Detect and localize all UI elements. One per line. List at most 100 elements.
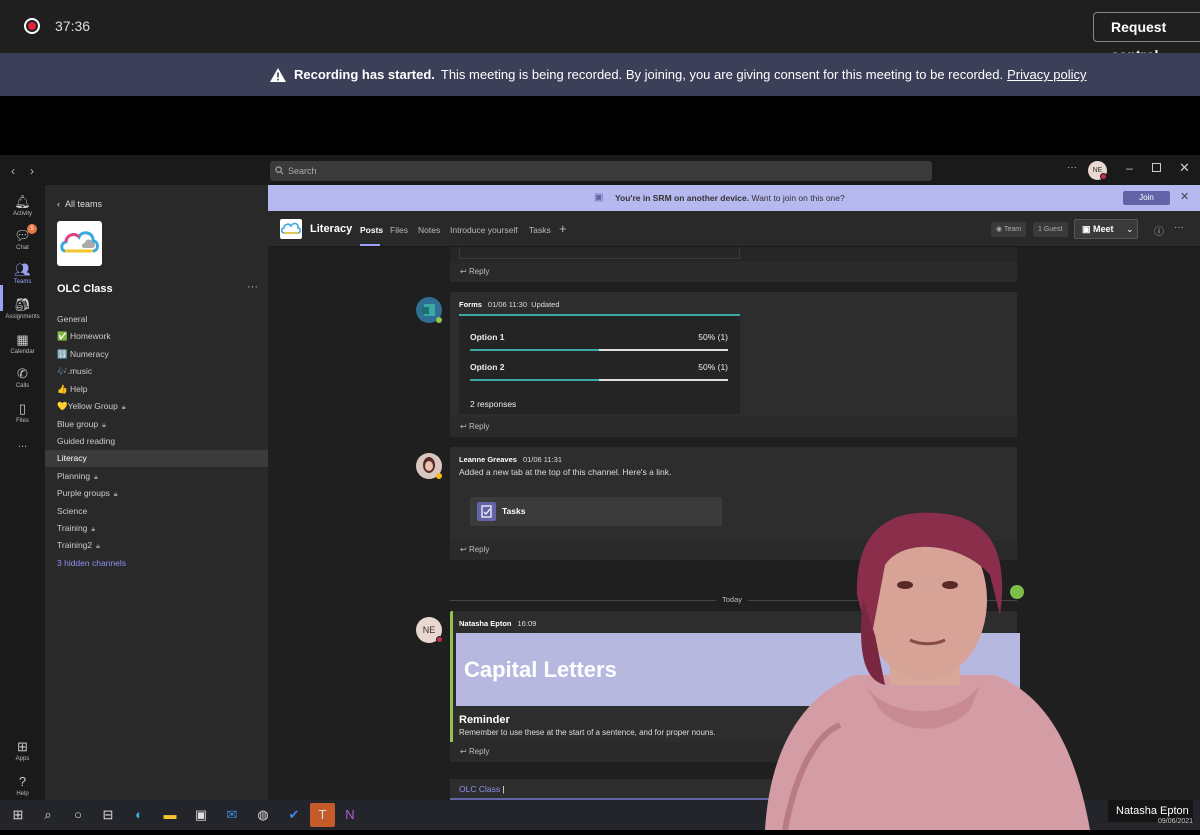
search-input[interactable]: Search <box>270 161 932 181</box>
meeting-top-bar: 37:36 Request control <box>0 0 1200 63</box>
reply-icon: ↩ <box>460 422 469 431</box>
channel-literacy[interactable]: Literacy <box>45 450 268 467</box>
rail-more-apps[interactable]: ... <box>0 438 45 450</box>
join-button[interactable]: Join <box>1123 191 1170 205</box>
task-view-icon[interactable]: ○ <box>70 807 86 823</box>
composer-text: OLC Class <box>459 784 501 794</box>
taskbar-date: 09/06/2021 <box>1158 818 1194 825</box>
channel-guided-reading[interactable]: Guided reading <box>45 433 268 450</box>
back-arrow-icon[interactable]: ‹ <box>11 164 15 178</box>
close-icon[interactable]: ✕ <box>1180 190 1189 203</box>
hidden-channels-link[interactable]: 3 hidden channels <box>45 555 268 572</box>
channel-numeracy[interactable]: 🔢 Numeracy <box>45 346 268 363</box>
reply-icon: ↩ <box>460 267 469 276</box>
announcement-title: Capital Letters <box>464 657 617 682</box>
poll-bar-fill-2 <box>470 379 599 381</box>
day-divider-label: Today <box>716 595 749 604</box>
channel-planning[interactable]: Planning 🔒︎ <box>45 468 268 485</box>
app-icon[interactable]: ◍ <box>255 807 271 823</box>
guest-pill[interactable]: 1 Guest <box>1033 222 1068 237</box>
channel-training[interactable]: Training 🔒︎ <box>45 520 268 537</box>
leanne-avatar <box>416 453 442 479</box>
post-author: Leanne Greaves <box>459 455 517 464</box>
store-icon[interactable]: ▣ <box>193 807 209 823</box>
tab-tasks[interactable]: Tasks <box>529 225 551 235</box>
rail-item-activity[interactable]: 🔔︎ Activity <box>0 194 45 218</box>
restore-icon[interactable] <box>1152 163 1161 172</box>
all-teams-link[interactable]: ‹ All teams <box>57 199 102 209</box>
post-time: 16:09 <box>517 619 537 628</box>
channel-training2[interactable]: Training2 🔒︎ <box>45 537 268 554</box>
help-icon: ? <box>18 774 27 789</box>
todo-icon[interactable]: ✔ <box>286 807 302 823</box>
team-pill[interactable]: ◉ Team <box>991 222 1027 237</box>
channel-yellow-group[interactable]: 💛Yellow Group 🔒︎ <box>45 398 268 415</box>
rail-item-assignments[interactable]: 🎒︎ Assignments <box>0 298 45 321</box>
channel-general[interactable]: General <box>45 311 268 328</box>
request-control-button[interactable]: Request control <box>1093 12 1200 63</box>
windows-start-icon[interactable]: ⊞ <box>10 807 26 823</box>
chevron-left-icon: ‹ <box>57 199 65 209</box>
mail-icon[interactable]: ✉ <box>224 807 240 823</box>
meeting-timer: 37:36 <box>55 18 91 34</box>
meet-button[interactable]: ▣ Meet ⌄ <box>1074 219 1138 239</box>
banner-message: This meeting is being recorded. By joini… <box>440 67 1004 82</box>
rail-item-apps[interactable]: ⊞ Apps <box>0 740 45 763</box>
channel-blue-group[interactable]: Blue group 🔒︎ <box>45 416 268 433</box>
announcement-subtitle: Reminder <box>459 714 510 726</box>
poll-bar-fill-1 <box>470 349 599 351</box>
minimize-icon[interactable]: – <box>1126 161 1133 175</box>
tab-introduce-yourself[interactable]: Introduce yourself <box>450 225 518 235</box>
onenote-taskbar-icon[interactable]: N <box>342 807 358 823</box>
rail-item-help[interactable]: ? Help <box>0 774 45 798</box>
rail-item-chat[interactable]: 💬︎ Chat <box>0 228 45 252</box>
forms-avatar <box>416 297 442 323</box>
rail-item-teams[interactable]: 👥︎ Teams <box>0 263 45 286</box>
tab-notes[interactable]: Notes <box>418 225 440 235</box>
channel-music[interactable]: 🎶.music <box>45 363 268 380</box>
rail-item-calendar[interactable]: ▦ Calendar <box>0 332 45 356</box>
rail-item-calls[interactable]: ✆ Calls <box>0 366 45 390</box>
team-logo <box>57 221 102 266</box>
channel-science[interactable]: Science <box>45 503 268 520</box>
poll-card[interactable]: Option 1 50% (1) Option 2 50% (1) 2 respon… <box>459 314 740 414</box>
reply-button[interactable]: ↩ Reply <box>450 262 1017 282</box>
active-tab-indicator <box>360 244 380 246</box>
info-icon[interactable]: ⓘ <box>1154 223 1164 238</box>
search-icon[interactable]: ⌕ <box>40 807 56 823</box>
more-options-icon[interactable]: ··· <box>1174 222 1184 233</box>
lock-icon: 🔒︎ <box>91 526 96 533</box>
file-explorer-icon[interactable]: ▬ <box>162 807 178 823</box>
post-time: 01/06 11:30 <box>487 300 527 309</box>
channel-title: Literacy <box>310 223 353 235</box>
team-more-icon[interactable]: ··· <box>247 281 258 293</box>
rail-item-files[interactable]: ▯ Files <box>0 402 45 425</box>
calendar-icon: ▦ <box>16 332 29 347</box>
privacy-policy-link[interactable]: Privacy policy <box>1007 67 1086 82</box>
bell-icon: 🔔︎ <box>14 194 31 209</box>
lock-icon: 🔒︎ <box>121 404 126 411</box>
poll-option-2: Option 2 50% (1) <box>470 362 728 372</box>
reply-button[interactable]: ↩ Reply <box>450 417 1017 437</box>
chat-icon: 💬︎ <box>14 228 31 243</box>
teams-taskbar-icon[interactable]: T <box>310 803 335 827</box>
tab-files[interactable]: Files <box>390 225 408 235</box>
reply-icon: ↩ <box>460 747 469 756</box>
channel-homework[interactable]: ✅ Homework <box>45 328 268 345</box>
video-icon: ▣ <box>1082 224 1094 234</box>
poll-bar-1 <box>470 349 728 351</box>
tasks-link-card[interactable]: Tasks <box>470 497 722 526</box>
add-tab-icon[interactable]: + <box>559 221 567 236</box>
tab-posts[interactable]: Posts <box>360 225 383 235</box>
channel-help[interactable]: 👍 Help <box>45 381 268 398</box>
widgets-icon[interactable]: ⊟ <box>100 807 116 823</box>
more-options-icon[interactable]: ··· <box>1067 162 1077 173</box>
channel-purple-groups[interactable]: Purple groups 🔒︎ <box>45 485 268 502</box>
channel-team-logo <box>280 219 302 239</box>
chat-badge: 5 <box>27 224 37 234</box>
edge-icon[interactable]: ◐ <box>131 807 147 823</box>
forward-arrow-icon[interactable]: › <box>30 164 34 178</box>
phone-icon: ✆ <box>17 366 28 381</box>
close-window-icon[interactable]: ✕ <box>1179 160 1190 176</box>
chevron-down-icon[interactable]: ⌄ <box>1126 220 1134 238</box>
